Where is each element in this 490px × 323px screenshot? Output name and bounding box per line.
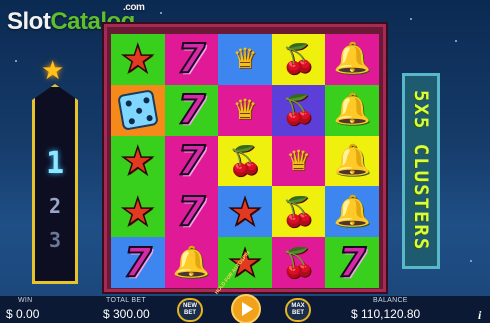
reel-cell: 🍒 (218, 135, 272, 187)
reel-cell: ♛ (218, 34, 272, 85)
background-star (160, 12, 162, 14)
cherry-icon: 🍒 (281, 245, 317, 279)
cherry-icon: 🍒 (281, 194, 317, 228)
reel-cell: 7 (325, 237, 379, 288)
win-label: WIN (18, 297, 33, 304)
star-icon: ★ (227, 189, 263, 234)
seven-icon: 7 (123, 239, 153, 286)
reel-cell: 7 (164, 186, 219, 238)
star-icon: ★ (120, 37, 156, 82)
bell-icon: 🔔 (333, 41, 371, 77)
meter-frame (32, 84, 78, 284)
background-star (455, 40, 457, 42)
background-star (410, 18, 412, 20)
cherry-icon: 🍒 (281, 93, 317, 127)
reel-cell: ♛ (218, 84, 272, 136)
win-value: $ 0.00 (6, 307, 40, 321)
reel-cell: 🔔 (164, 237, 219, 288)
spin-button[interactable] (231, 294, 261, 323)
background-star (15, 60, 17, 62)
cherry-icon: 🍒 (227, 143, 263, 177)
seven-icon: 7 (176, 87, 206, 134)
reel-cell: ★ (111, 34, 165, 85)
meter-level-2: 2 (48, 194, 62, 218)
meter-level-1: 1 (45, 146, 65, 181)
crown-icon: ♛ (286, 143, 312, 177)
meter-level-3: 3 (48, 228, 62, 252)
reel-cell: 7 (111, 237, 165, 288)
reel-cell: 7 (164, 34, 219, 85)
seven-icon: 7 (176, 36, 206, 83)
reel-cell: 🍒 (271, 237, 326, 288)
seven-icon: 7 (176, 188, 206, 235)
reel-cell: ★ (111, 135, 165, 187)
dice-pip (135, 107, 143, 115)
reel-cell: ♛ (271, 135, 326, 187)
crown-icon: ♛ (232, 93, 258, 127)
reel-cell: 🔔 (325, 186, 379, 238)
total-bet-label: TOTAL BET (106, 297, 146, 304)
reel-cell (111, 84, 165, 136)
balance-value: $ 110,120.80 (351, 307, 421, 321)
dice-pip (128, 117, 136, 125)
bell-icon: 🔔 (333, 193, 371, 229)
banner-text: 5X5 CLUSTERS (410, 90, 432, 252)
play-icon (242, 302, 253, 316)
reel-cell: 7 (164, 135, 219, 187)
reel-cell: 🔔 (325, 84, 379, 136)
reels-grid: ★ 7 ♛ 🍒 🔔 7 ♛ 🍒 🔔 ★ 7 🍒 ♛ 🔔 ★ 7 ★ 🍒 🔔 7 🔔 ★ 🍒 7 (111, 34, 379, 288)
bell-icon: 🔔 (333, 92, 371, 128)
total-bet-value: $ 300.00 (103, 307, 150, 321)
seven-icon: 7 (176, 137, 206, 184)
reel-cell: 🔔 (325, 135, 379, 187)
balance-label: BALANCE (373, 297, 408, 304)
info-button[interactable]: i (478, 308, 481, 323)
reel-cell: ★ (111, 186, 165, 238)
seven-icon: 7 (337, 239, 367, 286)
dice-pip (145, 114, 153, 122)
reel-cell: ★ (218, 186, 272, 238)
cherry-icon: 🍒 (281, 42, 317, 76)
bell-icon: 🔔 (172, 244, 211, 280)
level-meter: ★ 1 2 3 (26, 56, 84, 284)
reel-cell: 🍒 (271, 186, 326, 238)
clusters-banner: 5X5 CLUSTERS (402, 73, 440, 269)
dice-pip (142, 97, 150, 105)
dice-pip (125, 100, 133, 108)
crown-icon: ♛ (232, 42, 258, 76)
reel-cell: 🍒 (271, 84, 326, 136)
background-star (470, 260, 472, 262)
star-icon: ★ (120, 189, 156, 234)
star-icon: ★ (120, 138, 156, 183)
max-bet-button[interactable]: MAX BET (285, 298, 311, 322)
watermark-part1: Slot (7, 8, 51, 35)
meter-star-icon: ★ (41, 56, 65, 86)
new-bet-button[interactable]: NEW BET (177, 298, 203, 322)
reel-cell: 🍒 (271, 34, 326, 85)
reel-cell: 7 (164, 84, 219, 136)
reel-cell: 🔔 (325, 34, 379, 85)
dice-icon (116, 89, 159, 132)
watermark-suffix: .com (123, 2, 145, 13)
bell-icon: 🔔 (333, 142, 371, 178)
